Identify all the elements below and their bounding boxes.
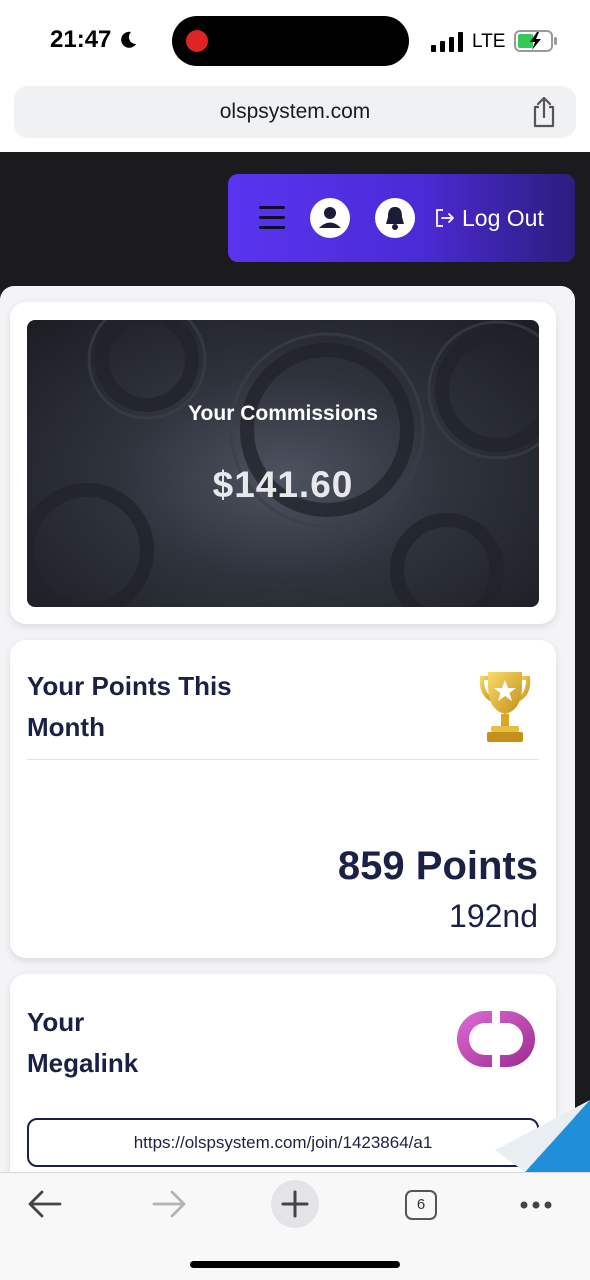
status-time: 21:47 (50, 26, 112, 53)
tabs-icon[interactable]: 6 (405, 1190, 437, 1220)
megalink-title-line2: Megalink (27, 1048, 139, 1078)
plus-icon (281, 1190, 309, 1218)
more-icon[interactable] (519, 1200, 553, 1210)
bell-icon (386, 207, 404, 230)
logout-button[interactable]: Log Out (434, 204, 544, 232)
megalink-title: Your Megalink (27, 1002, 138, 1084)
points-card: Your Points This Month 859 Points 192nd (10, 640, 556, 958)
forward-arrow-icon[interactable] (152, 1189, 188, 1219)
notifications-button[interactable] (375, 198, 415, 238)
share-icon[interactable] (530, 96, 558, 128)
logout-icon (436, 209, 454, 227)
back-arrow-icon[interactable] (26, 1189, 62, 1219)
trophy-icon (479, 672, 531, 742)
dynamic-island (172, 16, 409, 66)
commissions-card: Your Commissions $141.60 (10, 302, 556, 624)
megalink-url-field[interactable]: https://olspsystem.com/join/1423864/a1 (27, 1118, 539, 1167)
moon-icon (121, 31, 136, 48)
hamburger-icon[interactable] (259, 206, 285, 230)
url-text[interactable]: olspsystem.com (14, 100, 576, 124)
points-value: 859 Points (337, 844, 538, 888)
profile-button[interactable] (310, 198, 350, 238)
page-curl-decoration (495, 1100, 590, 1172)
points-title: Your Points This Month (27, 671, 232, 742)
points-rank: 192nd (449, 898, 538, 934)
points-divider (27, 759, 539, 760)
network-type: LTE (472, 31, 506, 52)
commissions-amount: $141.60 (212, 464, 354, 505)
address-bar[interactable]: olspsystem.com (14, 86, 576, 138)
record-indicator (186, 30, 208, 52)
megalink-title-line1: Your (27, 1007, 85, 1037)
battery-charging-icon (514, 30, 557, 52)
status-bar: 21:47 LTE (0, 0, 590, 84)
top-nav: Log Out (228, 174, 575, 262)
commissions-title: Your Commissions (188, 402, 378, 425)
profile-icon (319, 207, 341, 228)
new-tab-button[interactable] (271, 1180, 319, 1228)
logout-label[interactable]: Log Out (462, 205, 544, 232)
browser-toolbar: 6 (0, 1172, 590, 1280)
megalink-icon (457, 1008, 535, 1070)
signal-icon (431, 32, 463, 52)
commissions-banner: Your Commissions $141.60 (27, 320, 539, 607)
home-indicator (190, 1261, 400, 1268)
megalink-card: Your Megalink https://olspsystem.com/joi… (10, 974, 556, 1172)
content-panel: Your Commissions $141.60 Your Points Thi… (0, 286, 575, 1172)
